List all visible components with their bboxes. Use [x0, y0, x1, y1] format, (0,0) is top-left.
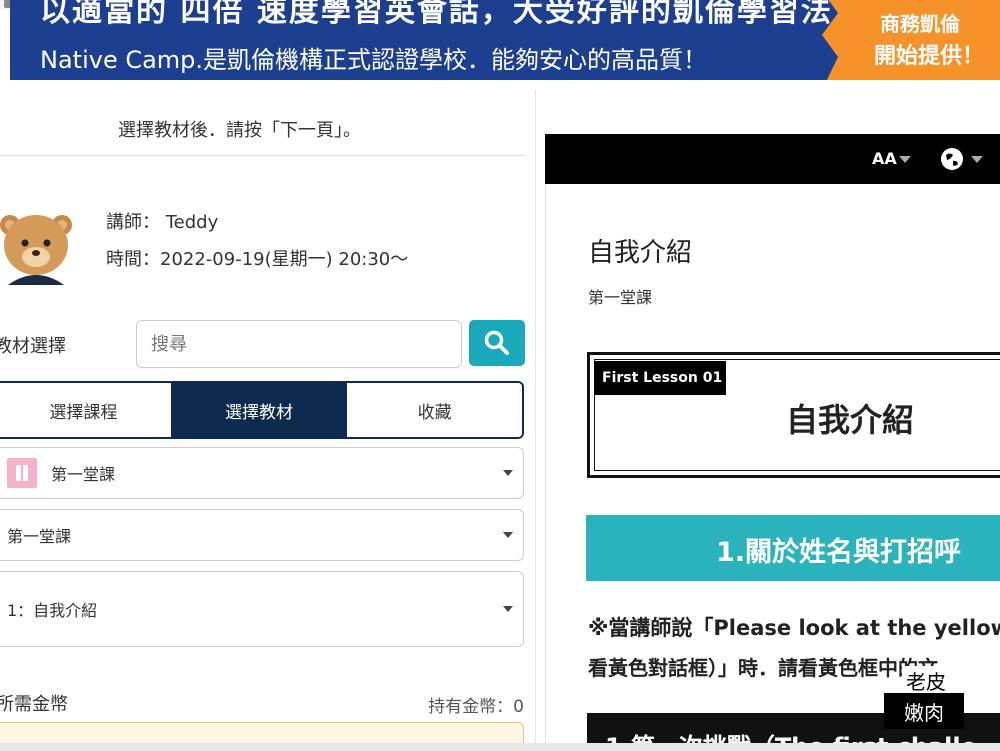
section-header: 1.關於姓名與打招呼 — [586, 515, 1000, 581]
note-line-2: 看黃色對話框）」時．請看黃色框中的文 — [588, 656, 938, 680]
teacher-name: 講師： Teddy — [106, 212, 219, 233]
teacher-avatar — [0, 205, 72, 285]
material-subtitle: 第一堂課 — [588, 288, 653, 307]
preview-toolbar: AA — [545, 134, 1000, 184]
instruction-text: 選擇教材後．請按「下一頁」。 — [118, 120, 361, 141]
bottom-strip — [0, 743, 1000, 751]
note-line-1: ※當講師說「Please look at the yellow — [588, 616, 1000, 640]
banner-subline: Native Camp.是凱倫機構正式認證學校．能夠安心的高品質！ — [40, 46, 708, 74]
badge-line-2: 開始提供！ — [874, 44, 985, 69]
globe-icon[interactable] — [941, 148, 963, 170]
lesson-heading: 自我介紹 — [786, 401, 915, 439]
panel-divider — [535, 90, 536, 751]
search-button[interactable] — [469, 320, 525, 366]
chevron-down-icon — [503, 606, 513, 612]
divider-line — [0, 155, 525, 156]
section-title: 1.關於姓名與打招呼 — [716, 537, 962, 568]
course-select[interactable]: 第一堂課 — [0, 447, 524, 499]
lesson-time: 時間：2022-09-19(星期一) 20:30～ — [106, 249, 409, 270]
watermark-line-2: 嫩肉 — [884, 693, 964, 729]
book-icon — [7, 458, 37, 488]
lesson-select[interactable]: 1：自我介紹 — [0, 571, 524, 647]
lesson-tag: First Lesson 01 — [594, 361, 726, 395]
banner-badge: 商務凱倫 開始提供！ — [822, 0, 1000, 80]
watermark-line-1: 老皮 — [902, 666, 950, 695]
banner-headline: 以適當的 四倍 速度學習英會話，大受好評的凱倫學習法！ — [40, 0, 865, 29]
search-icon — [484, 330, 509, 355]
search-input[interactable] — [136, 320, 462, 368]
chevron-down-icon — [503, 532, 513, 538]
tab-select-course[interactable]: 選擇課程 — [0, 383, 171, 437]
font-size-button[interactable]: AA — [872, 149, 897, 168]
chapter-select-value: 第一堂課 — [7, 527, 72, 546]
promo-banner[interactable]: 以適當的 四倍 速度學習英會話，大受好評的凱倫學習法！ Native Camp.… — [10, 0, 1000, 80]
course-select-value: 第一堂課 — [51, 465, 116, 484]
badge-line-1: 商務凱倫 — [880, 12, 960, 36]
tab-favorites[interactable]: 收藏 — [346, 383, 522, 437]
page: 的論示範...facebook 有錢 - F...日劇DramasQGimy -… — [0, 0, 1000, 751]
material-title: 自我介紹 — [588, 238, 693, 268]
tab-select-material[interactable]: 選擇教材 — [170, 383, 347, 437]
lesson-title-card: First Lesson 01 自我介紹 — [587, 352, 1000, 478]
chevron-down-icon — [503, 470, 513, 476]
chapter-select[interactable]: 第一堂課 — [0, 509, 524, 561]
chevron-down-icon — [971, 156, 983, 163]
coins-owned: 持有金幣：0 — [428, 697, 524, 717]
coins-required-label: 所需金幣 — [0, 694, 68, 715]
lesson-select-value: 1：自我介紹 — [7, 601, 98, 620]
material-label: 教材選擇 — [0, 336, 66, 357]
chevron-down-icon — [899, 156, 911, 163]
tab-bar: 選擇課程 選擇教材 收藏 — [0, 381, 524, 439]
